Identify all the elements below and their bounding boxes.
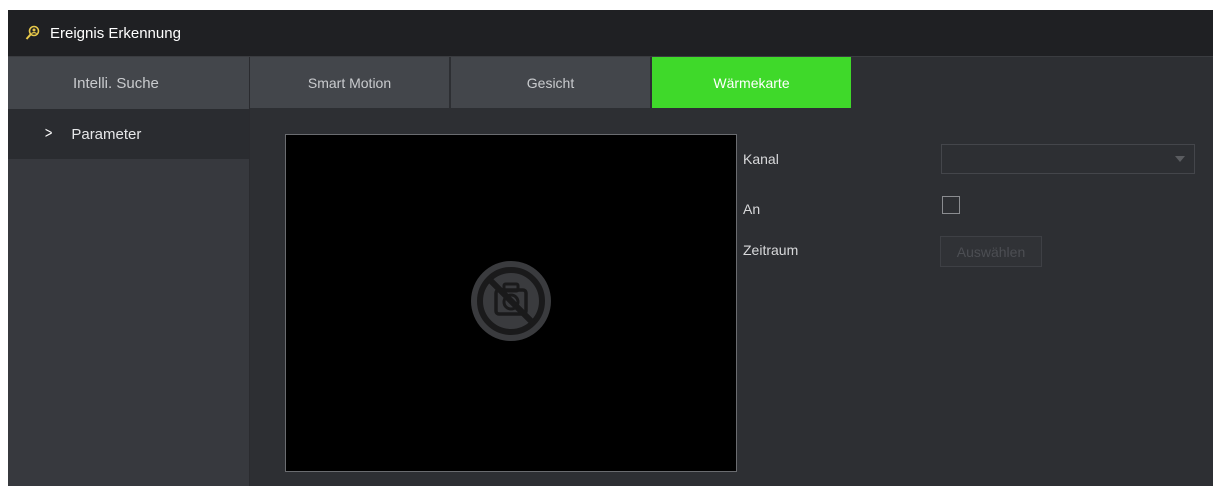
tab-bar: Smart Motion Gesicht Wärmekarte (250, 57, 853, 108)
chevron-down-icon (1175, 156, 1185, 162)
tab-smart-motion[interactable]: Smart Motion (250, 57, 449, 108)
sidebar-header[interactable]: Intelli. Suche (8, 57, 249, 109)
period-label: Zeitraum (743, 242, 799, 258)
sidebar-item-label: Parameter (71, 125, 142, 143)
sidebar-item-parameter[interactable]: > Parameter (8, 109, 249, 159)
select-period-button[interactable]: Auswählen (940, 236, 1042, 267)
enable-label: An (743, 201, 761, 217)
enable-checkbox[interactable] (942, 196, 960, 214)
sidebar: Intelli. Suche > Parameter (8, 57, 250, 486)
titlebar: Ereignis Erkennung (8, 10, 1213, 57)
channel-select[interactable] (941, 144, 1195, 174)
tab-gesicht[interactable]: Gesicht (451, 57, 650, 108)
no-camera-icon (470, 260, 552, 347)
window-title: Ereignis Erkennung (50, 24, 181, 42)
tab-waermekarte[interactable]: Wärmekarte (652, 57, 851, 108)
person-search-icon (24, 24, 42, 42)
video-preview (285, 134, 737, 472)
chevron-right-icon: > (44, 125, 53, 142)
event-detection-window: Ereignis Erkennung Intelli. Suche > Para… (8, 10, 1213, 486)
channel-label: Kanal (743, 151, 779, 167)
